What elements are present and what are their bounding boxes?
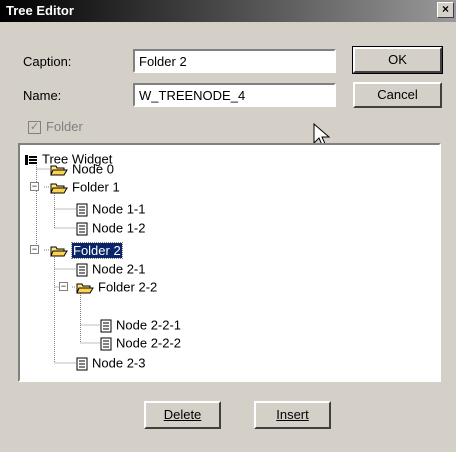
tree-item-label: Node 2-3 — [92, 355, 146, 371]
tree-item-label: Node 1-1 — [92, 201, 146, 217]
folder-checkbox[interactable]: ✓ — [28, 121, 41, 134]
tree-item-label: Node 2-2-1 — [116, 317, 182, 333]
title-bar: Tree Editor × — [0, 0, 456, 22]
insert-button-label: Insert — [276, 407, 309, 422]
tree-item-folder-2[interactable]: Folder 2 — [50, 241, 123, 259]
tree-item-node-2-3[interactable]: Node 2-3 — [76, 354, 145, 372]
tree-item-node-1-2[interactable]: Node 1-2 — [76, 219, 145, 237]
caption-input[interactable]: Folder 2 — [133, 49, 336, 73]
tree-item-label: Folder 2-2 — [98, 279, 158, 295]
tree-item-node-2-2-1[interactable]: Node 2-2-1 — [100, 316, 181, 334]
folder-open-icon — [50, 165, 68, 176]
cancel-button[interactable]: Cancel — [353, 82, 442, 108]
insert-button[interactable]: Insert — [254, 401, 331, 429]
tree-item-folder-1[interactable]: Folder 1 — [50, 178, 120, 196]
folder-2-collapse-toggle[interactable]: − — [30, 245, 39, 254]
tree-view[interactable]: − − − Tree Widget Node 0 Folder 1 Node 1… — [18, 143, 441, 382]
document-icon — [76, 357, 88, 371]
close-button[interactable]: × — [437, 2, 454, 18]
folder-1-collapse-toggle[interactable]: − — [30, 182, 39, 191]
ok-button[interactable]: OK — [352, 46, 443, 74]
delete-button[interactable]: Delete — [144, 401, 221, 429]
tree-item-folder-2-2[interactable]: Folder 2-2 — [76, 278, 157, 296]
folder-open-icon — [50, 246, 68, 257]
tree-item-label: Folder 2 — [71, 241, 123, 259]
window-title: Tree Editor — [6, 3, 74, 18]
tree-item-label: Node 1-2 — [92, 220, 146, 236]
tree-item-label: Folder 1 — [72, 179, 120, 195]
folder-checkbox-label: Folder — [46, 119, 83, 134]
document-icon — [100, 337, 112, 351]
document-icon — [76, 222, 88, 236]
tree-item-node-0[interactable]: Node 0 — [50, 160, 114, 178]
tree-item-label: Node 0 — [72, 161, 114, 177]
folder-open-icon — [50, 183, 68, 194]
tree-item-label: Node 2-2-2 — [116, 335, 182, 351]
name-input[interactable]: W_TREENODE_4 — [133, 83, 336, 107]
tree-item-label: Node 2-1 — [92, 261, 146, 277]
tree-root-icon — [25, 154, 37, 165]
tree-item-node-2-1[interactable]: Node 2-1 — [76, 260, 145, 278]
delete-button-label: Delete — [163, 407, 202, 422]
caption-label: Caption: — [23, 54, 72, 69]
document-icon — [76, 203, 88, 217]
name-label: Name: — [23, 88, 62, 103]
folder-2-2-collapse-toggle[interactable]: − — [59, 282, 68, 291]
document-icon — [100, 319, 112, 333]
tree-item-node-2-2-2[interactable]: Node 2-2-2 — [100, 334, 181, 352]
tree-item-node-1-1[interactable]: Node 1-1 — [76, 200, 145, 218]
document-icon — [76, 263, 88, 277]
folder-open-icon — [76, 283, 94, 294]
